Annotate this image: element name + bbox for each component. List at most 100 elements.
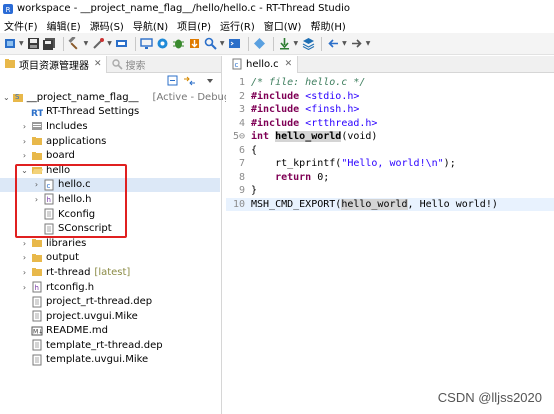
tree-label: README.md <box>46 325 109 337</box>
close-icon[interactable]: ✕ <box>94 59 102 69</box>
panel-tabs: 项目资源管理器 ✕ 搜索 <box>0 55 221 73</box>
expand-toggle-icon[interactable]: › <box>20 268 29 277</box>
tree-item-template-uvgui-mike[interactable]: template.uvgui.Mike <box>0 353 220 368</box>
line-number: 10 <box>232 198 245 210</box>
expand-toggle-icon[interactable]: › <box>20 253 29 262</box>
forward-arrow-icon[interactable] <box>350 37 364 51</box>
code-text: } <box>251 185 258 197</box>
code-editor: c hello.c ✕ 1 /* file: hello.c */ 2 #inc… <box>226 55 554 414</box>
tab-project-explorer[interactable]: 项目资源管理器 ✕ <box>0 55 107 73</box>
tab-hello-c[interactable]: c hello.c ✕ <box>226 55 299 73</box>
expand-toggle-icon[interactable]: › <box>20 283 29 292</box>
new-dropdown-icon[interactable]: ▼ <box>19 40 24 47</box>
code-line: 3 #include <finsh.h> <box>226 103 554 117</box>
editor-tab-label: hello.c <box>246 58 279 70</box>
debug-bug-icon[interactable] <box>172 37 186 51</box>
expand-toggle-icon[interactable]: ⌄ <box>3 93 10 102</box>
code-string: "Hello, world!\n" <box>341 158 444 170</box>
tree-item-board[interactable]: › board <box>0 148 220 163</box>
code-keyword: #include <box>251 90 300 102</box>
settings-icon[interactable] <box>115 37 129 51</box>
tree-project-root[interactable]: ⌄ S __project_name_flag__ [Active - Debu… <box>0 90 234 105</box>
tree-label: applications <box>46 135 107 147</box>
menu-edit[interactable]: 编辑(E) <box>47 18 81 33</box>
menu-run[interactable]: 运行(R) <box>220 18 255 33</box>
tools-dropdown-icon[interactable]: ▼ <box>107 40 112 47</box>
line-number: 9 <box>238 185 245 197</box>
tree-item-project-uvgui-mike[interactable]: project.uvgui.Mike <box>0 309 220 324</box>
line-number: 7 <box>238 158 245 170</box>
tools-icon[interactable] <box>91 37 105 51</box>
rt-thread-settings-icon: RT <box>31 106 43 118</box>
expand-toggle-icon[interactable]: › <box>20 122 29 131</box>
search-icon[interactable] <box>204 37 218 51</box>
menu-navigate[interactable]: 导航(N) <box>133 18 168 33</box>
tab-search-label: 搜索 <box>125 60 146 72</box>
tree-item-rt-thread[interactable]: › rt-thread [latest] <box>0 265 220 280</box>
code-area[interactable]: 1 /* file: hello.c */ 2 #include <stdio.… <box>226 76 554 211</box>
pin-icon[interactable] <box>278 37 292 51</box>
expand-toggle-icon[interactable]: › <box>20 239 29 248</box>
collapse-all-icon[interactable] <box>166 74 180 88</box>
function-name: hello_world <box>275 131 342 143</box>
link-editor-icon[interactable] <box>182 74 196 88</box>
svg-text:S: S <box>15 93 20 101</box>
back-dropdown-icon[interactable]: ▼ <box>342 40 347 47</box>
monitor-icon[interactable] <box>140 37 154 51</box>
save-icon[interactable] <box>27 37 41 51</box>
expand-toggle-icon[interactable]: › <box>20 137 29 146</box>
tree-item-rtconfig-h[interactable]: › h rtconfig.h <box>0 280 220 295</box>
expand-toggle-icon[interactable]: › <box>20 151 29 160</box>
code-text: ); <box>443 158 456 170</box>
folder-tree-icon <box>4 58 16 70</box>
menu-window[interactable]: 窗口(W) <box>264 18 302 33</box>
line-number: 2 <box>238 90 245 102</box>
tree-item-project-rt-thread-dep[interactable]: project_rt-thread.dep <box>0 294 220 309</box>
search-dropdown-icon[interactable]: ▼ <box>220 40 225 47</box>
chip-icon[interactable] <box>156 37 170 51</box>
tree-item-rt-thread-settings[interactable]: RT RT-Thread Settings <box>0 105 220 120</box>
tree-item-template-rt-thread-dep[interactable]: template_rt-thread.dep <box>0 338 220 353</box>
tree-label: rt-thread <box>46 266 91 278</box>
includes-icon <box>31 120 43 132</box>
file-icon <box>31 339 43 351</box>
code-string: <stdio.h> <box>299 90 360 102</box>
tree-item-readme[interactable]: M↓ README.md <box>0 324 220 339</box>
code-line: 1 /* file: hello.c */ <box>226 76 554 90</box>
svg-text:M↓: M↓ <box>33 328 43 335</box>
tree-item-output[interactable]: › output <box>0 251 220 266</box>
toolbar-separator <box>134 36 136 51</box>
download-icon[interactable] <box>188 37 202 51</box>
back-arrow-icon[interactable] <box>326 37 340 51</box>
forward-dropdown-icon[interactable]: ▼ <box>366 40 371 47</box>
menu-help[interactable]: 帮助(H) <box>310 18 345 33</box>
tree-item-libraries[interactable]: › libraries <box>0 236 220 251</box>
code-line: 2 #include <stdio.h> <box>226 90 554 104</box>
code-line: 5⊖ int hello_world(void) <box>226 130 554 144</box>
tree-item-includes[interactable]: › Includes <box>0 119 220 134</box>
title-bar: R workspace - __project_name_flag__/hell… <box>0 0 554 17</box>
tree-label: project.uvgui.Mike <box>46 310 138 322</box>
svg-text:h: h <box>35 284 39 292</box>
tree-item-applications[interactable]: › applications <box>0 134 220 149</box>
code-keyword: return <box>251 171 312 183</box>
view-menu-icon[interactable] <box>203 74 217 88</box>
menu-file[interactable]: 文件(F) <box>4 18 38 33</box>
code-text: (void) <box>341 131 378 143</box>
menu-source[interactable]: 源码(S) <box>90 18 124 33</box>
layers-icon[interactable] <box>301 37 315 51</box>
code-text: { <box>251 144 258 156</box>
build-hammer-icon[interactable] <box>68 37 82 51</box>
save-all-icon[interactable] <box>43 37 57 51</box>
close-icon[interactable]: ✕ <box>285 59 293 69</box>
menu-project[interactable]: 项目(P) <box>177 18 211 33</box>
tag-icon[interactable] <box>253 37 267 51</box>
tab-search[interactable]: 搜索 <box>107 56 150 73</box>
line-number: 8 <box>238 171 245 183</box>
toolbar: ▼ ▼ ▼ ▼ ▼ ▼ ▼ <box>0 33 554 55</box>
code-line: 7 rt_kprintf("Hello, world!\n"); <box>226 157 554 171</box>
new-icon[interactable] <box>3 37 17 51</box>
console-icon[interactable] <box>228 37 242 51</box>
pin-dropdown-icon[interactable]: ▼ <box>294 40 299 47</box>
build-dropdown-icon[interactable]: ▼ <box>84 40 89 47</box>
